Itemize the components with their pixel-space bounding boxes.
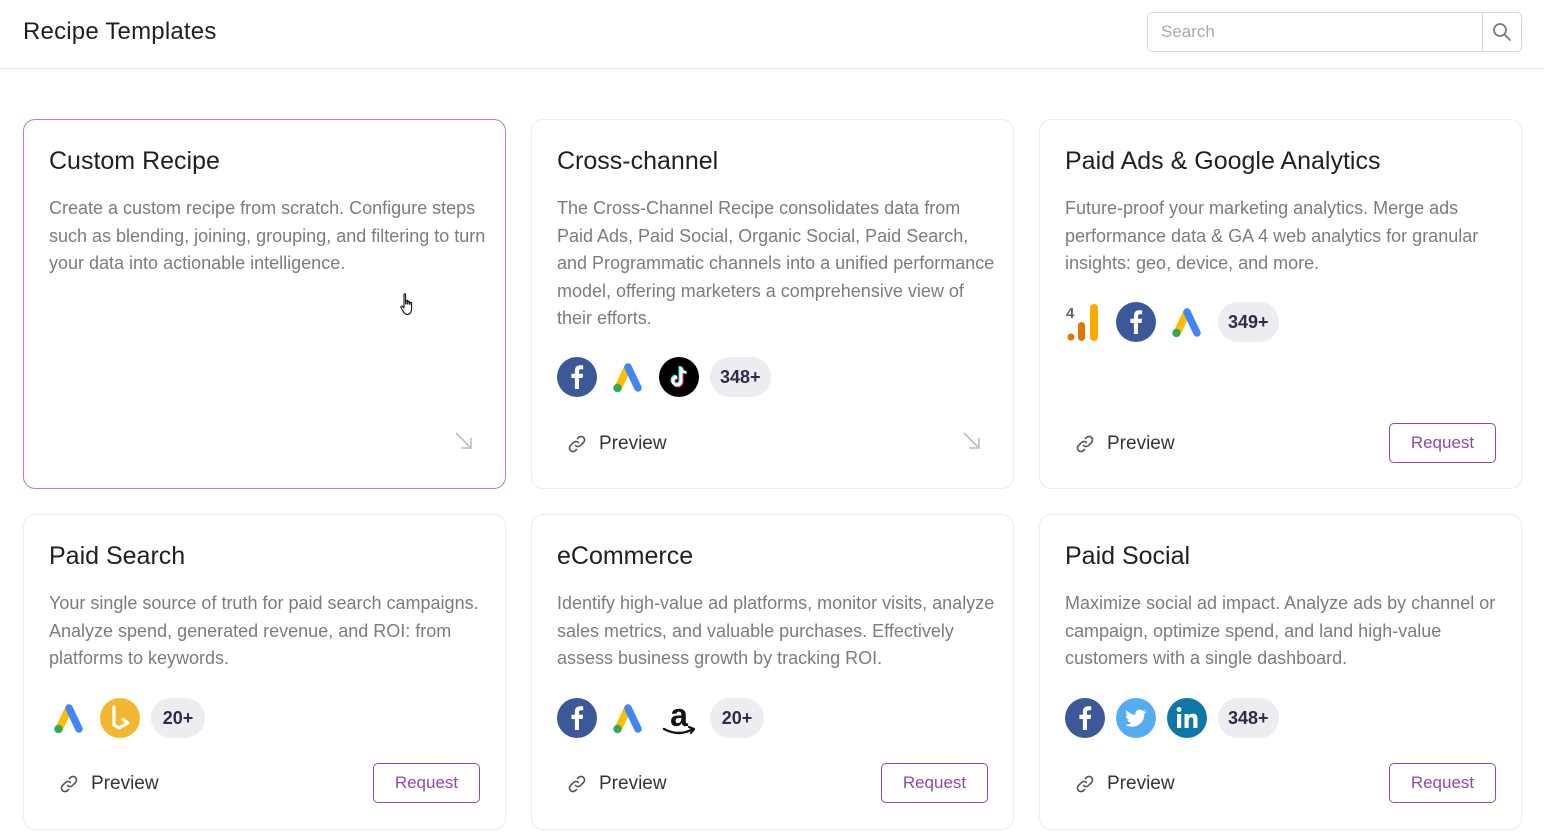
search-input[interactable] bbox=[1148, 13, 1482, 51]
card-title: Paid Social bbox=[1065, 542, 1191, 570]
google-ads-icon bbox=[608, 357, 648, 397]
search-icon bbox=[1493, 23, 1511, 41]
link-icon bbox=[1076, 775, 1094, 793]
integration-count-badge: 20+ bbox=[151, 698, 205, 738]
preview-label: Preview bbox=[1107, 433, 1175, 454]
link-icon bbox=[568, 775, 586, 793]
arrow-down-right-icon[interactable] bbox=[961, 430, 983, 452]
card-title: Paid Ads & Google Analytics bbox=[1065, 147, 1381, 175]
bing-icon bbox=[100, 698, 140, 738]
facebook-icon bbox=[1116, 302, 1156, 342]
svg-text:a: a bbox=[670, 698, 688, 733]
arrow-down-right-icon[interactable] bbox=[453, 430, 475, 452]
preview-link[interactable]: Preview bbox=[1075, 433, 1175, 455]
preview-label: Preview bbox=[599, 773, 667, 794]
card-title: eCommerce bbox=[557, 542, 694, 570]
card-description: Identify high-value ad platforms, monito… bbox=[557, 593, 995, 668]
card-description: The Cross-Channel Recipe consolidates da… bbox=[557, 198, 995, 328]
preview-label: Preview bbox=[599, 433, 667, 454]
recipe-card-ecommerce[interactable]: eCommerce Identify high-value ad platfor… bbox=[531, 514, 1014, 830]
card-description: Create a custom recipe from scratch. Con… bbox=[49, 198, 486, 273]
google-ads-icon bbox=[1167, 302, 1207, 342]
search-button[interactable] bbox=[1482, 13, 1521, 51]
link-icon bbox=[568, 435, 586, 453]
preview-label: Preview bbox=[91, 773, 159, 794]
recipe-card-custom[interactable]: Custom Recipe Create a custom recipe fro… bbox=[23, 119, 506, 489]
facebook-icon bbox=[1065, 698, 1105, 738]
recipe-card-paid-social[interactable]: Paid Social Maximize social ad impact. A… bbox=[1039, 514, 1522, 830]
card-description: Maximize social ad impact. Analyze ads b… bbox=[1065, 593, 1496, 668]
facebook-icon bbox=[557, 698, 597, 738]
request-button[interactable]: Request bbox=[373, 763, 480, 803]
twitter-icon bbox=[1116, 698, 1156, 738]
integration-count-badge: 20+ bbox=[710, 698, 764, 738]
card-description: Your single source of truth for paid sea… bbox=[49, 593, 479, 668]
integration-icons: a 20+ bbox=[557, 698, 764, 738]
preview-link[interactable]: Preview bbox=[567, 773, 667, 795]
preview-link[interactable]: Preview bbox=[59, 773, 159, 795]
link-icon bbox=[1076, 435, 1094, 453]
integration-count-badge: 348+ bbox=[710, 357, 771, 397]
tiktok-icon bbox=[659, 357, 699, 397]
integration-icons: 348+ bbox=[1065, 698, 1279, 738]
facebook-icon bbox=[557, 357, 597, 397]
recipe-card-cross-channel[interactable]: Cross-channel The Cross-Channel Recipe c… bbox=[531, 119, 1014, 489]
amazon-icon: a bbox=[659, 698, 699, 738]
card-title: Cross-channel bbox=[557, 147, 719, 175]
integration-icons: 4 349+ bbox=[1065, 302, 1279, 342]
request-button[interactable]: Request bbox=[1389, 423, 1496, 463]
request-button[interactable]: Request bbox=[881, 763, 988, 803]
integration-icons: 20+ bbox=[49, 698, 205, 738]
preview-link[interactable]: Preview bbox=[567, 433, 667, 455]
card-title: Paid Search bbox=[49, 542, 186, 570]
google-analytics-4-icon: 4 bbox=[1065, 302, 1105, 342]
preview-label: Preview bbox=[1107, 773, 1175, 794]
preview-link[interactable]: Preview bbox=[1075, 773, 1175, 795]
recipe-card-paid-ads-ga[interactable]: Paid Ads & Google Analytics Future-proof… bbox=[1039, 119, 1522, 489]
link-icon bbox=[60, 775, 78, 793]
google-ads-icon bbox=[608, 698, 648, 738]
card-description: Future-proof your marketing analytics. M… bbox=[1065, 198, 1479, 273]
card-title: Custom Recipe bbox=[49, 147, 220, 175]
linkedin-icon bbox=[1167, 698, 1207, 738]
integration-count-badge: 349+ bbox=[1218, 302, 1279, 342]
integration-count-badge: 348+ bbox=[1218, 698, 1279, 738]
recipe-card-paid-search[interactable]: Paid Search Your single source of truth … bbox=[23, 514, 506, 830]
integration-icons: 348+ bbox=[557, 357, 771, 397]
page-title: Recipe Templates bbox=[23, 18, 217, 45]
header: Recipe Templates bbox=[0, 0, 1544, 69]
svg-text:4: 4 bbox=[1066, 305, 1075, 322]
hand-cursor-icon bbox=[400, 293, 413, 316]
request-button[interactable]: Request bbox=[1389, 763, 1496, 803]
google-ads-icon bbox=[49, 698, 89, 738]
search-box bbox=[1147, 12, 1522, 52]
